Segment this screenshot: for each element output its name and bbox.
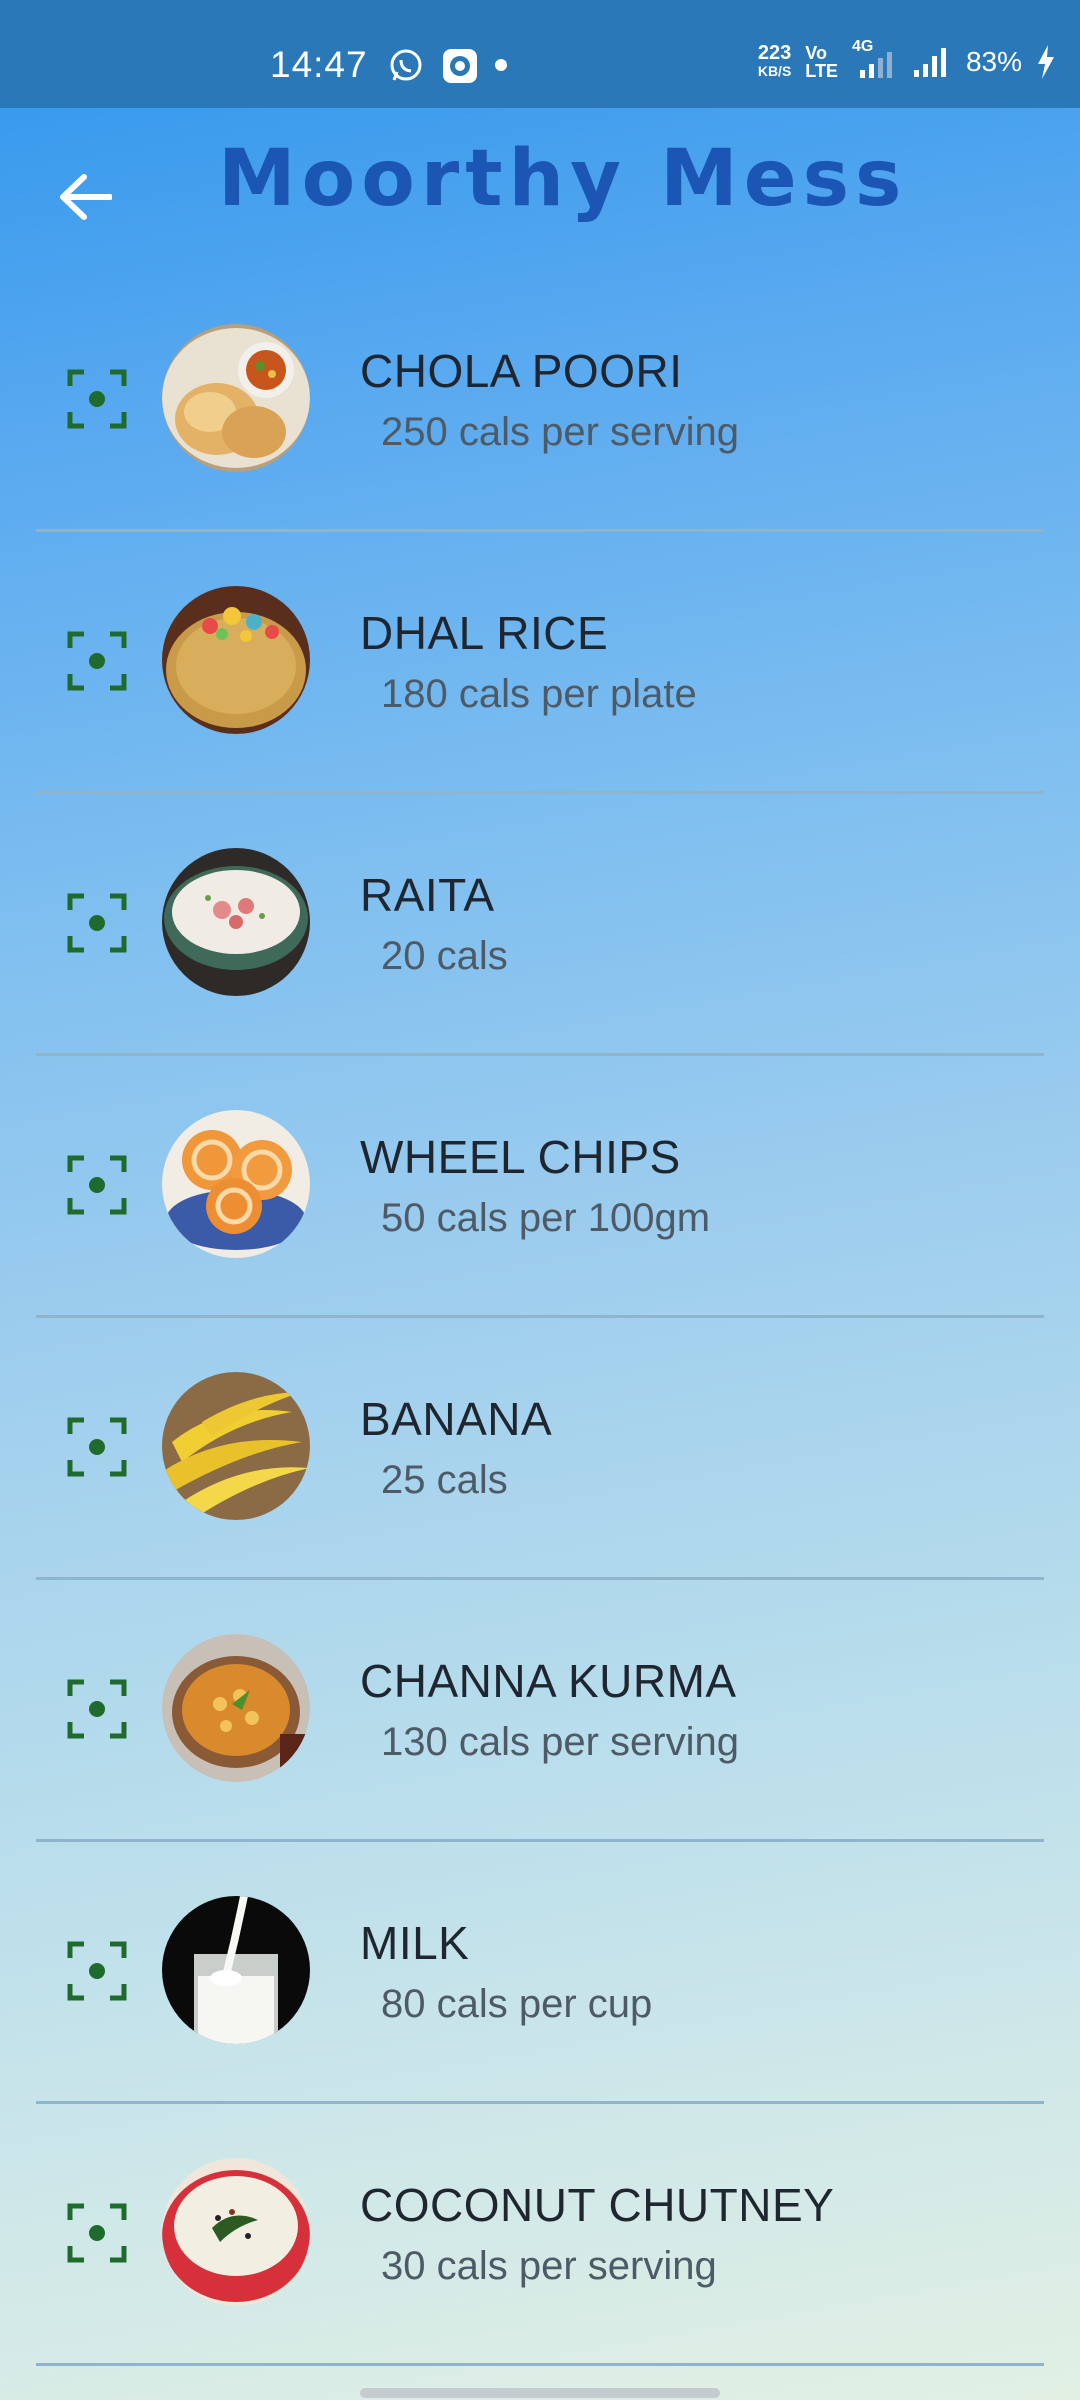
food-name: CHANNA KURMA	[360, 1655, 737, 1707]
food-item[interactable]: BANANA 25 cals	[36, 1318, 1044, 1580]
net-speed-unit: KB/S	[757, 63, 792, 79]
food-item[interactable]: WHEEL CHIPS 50 cals per 100gm	[36, 1056, 1044, 1318]
page-title: Moorthy Mess	[218, 134, 908, 224]
net-speed: 223 KB/S	[757, 42, 792, 80]
food-item[interactable]: MILK 80 cals per cup	[36, 1842, 1044, 2104]
scan-icon[interactable]	[66, 630, 128, 692]
back-button[interactable]	[50, 162, 120, 232]
food-item[interactable]: CHOLA POORI 250 cals per serving	[36, 270, 1044, 532]
network-4g-icon: 4G	[852, 38, 898, 80]
food-calories: 25 cals	[381, 1458, 508, 1502]
food-name: DHAL RICE	[360, 607, 609, 659]
arrow-left-icon	[60, 174, 112, 220]
food-name: COCONUT CHUTNEY	[360, 2179, 835, 2231]
milk-photo	[162, 1896, 310, 2044]
food-name: RAITA	[360, 869, 495, 921]
food-item[interactable]: RAITA 20 cals	[36, 794, 1044, 1056]
whatsapp-icon	[390, 49, 422, 81]
notification-dot-icon	[495, 59, 507, 71]
charging-icon	[1038, 45, 1054, 79]
raita-photo	[162, 848, 310, 996]
volte-indicator: Vo LTE	[805, 44, 838, 80]
food-name: CHOLA POORI	[360, 345, 683, 397]
food-name: WHEEL CHIPS	[360, 1131, 681, 1183]
signal-icon	[913, 48, 946, 77]
food-item[interactable]: DHAL RICE 180 cals per plate	[36, 532, 1044, 794]
food-calories: 130 cals per serving	[381, 1720, 739, 1764]
net-speed-value: 223	[757, 42, 792, 64]
battery-percent: 83%	[965, 46, 1022, 77]
scan-icon[interactable]	[66, 1678, 128, 1740]
coconut-chutney-photo	[162, 2158, 310, 2306]
food-item[interactable]: CHANNA KURMA 130 cals per serving	[36, 1580, 1044, 1842]
status-right-group: 223 KB/S Vo LTE 4G 83%	[757, 38, 1056, 80]
chola-poori-photo	[162, 324, 310, 472]
food-calories: 30 cals per serving	[381, 2244, 717, 2288]
signal-4g-bars-icon	[859, 52, 892, 78]
food-name: BANANA	[360, 1393, 553, 1445]
channa-kurma-photo	[162, 1634, 310, 1782]
dhal-rice-photo	[162, 586, 310, 734]
messenger-icon	[443, 49, 477, 83]
volte-top: Vo	[805, 43, 827, 63]
scan-icon[interactable]	[66, 2202, 128, 2264]
status-bar: 14:47 223 KB/S Vo LTE 4G 83%	[0, 0, 1080, 108]
food-calories: 50 cals per 100gm	[381, 1196, 711, 1240]
food-calories: 80 cals per cup	[381, 1982, 653, 2026]
scan-icon[interactable]	[66, 1416, 128, 1478]
wheel-chips-photo	[162, 1110, 310, 1258]
scan-icon[interactable]	[66, 892, 128, 954]
food-calories: 250 cals per serving	[381, 410, 739, 454]
food-list: CHOLA POORI 250 cals per serving DHAL RI…	[36, 270, 1044, 2366]
scan-icon[interactable]	[66, 1154, 128, 1216]
scan-icon[interactable]	[66, 368, 128, 430]
food-calories: 180 cals per plate	[381, 672, 697, 716]
banana-photo	[162, 1372, 310, 1520]
home-indicator[interactable]	[360, 2388, 720, 2398]
food-calories: 20 cals	[381, 934, 508, 978]
food-item[interactable]: COCONUT CHUTNEY 30 cals per serving	[36, 2104, 1044, 2366]
volte-bottom: LTE	[805, 61, 838, 81]
status-time: 14:47	[270, 44, 368, 85]
app-header: Moorthy Mess	[0, 108, 1080, 276]
scan-icon[interactable]	[66, 1940, 128, 2002]
food-name: MILK	[360, 1917, 470, 1969]
